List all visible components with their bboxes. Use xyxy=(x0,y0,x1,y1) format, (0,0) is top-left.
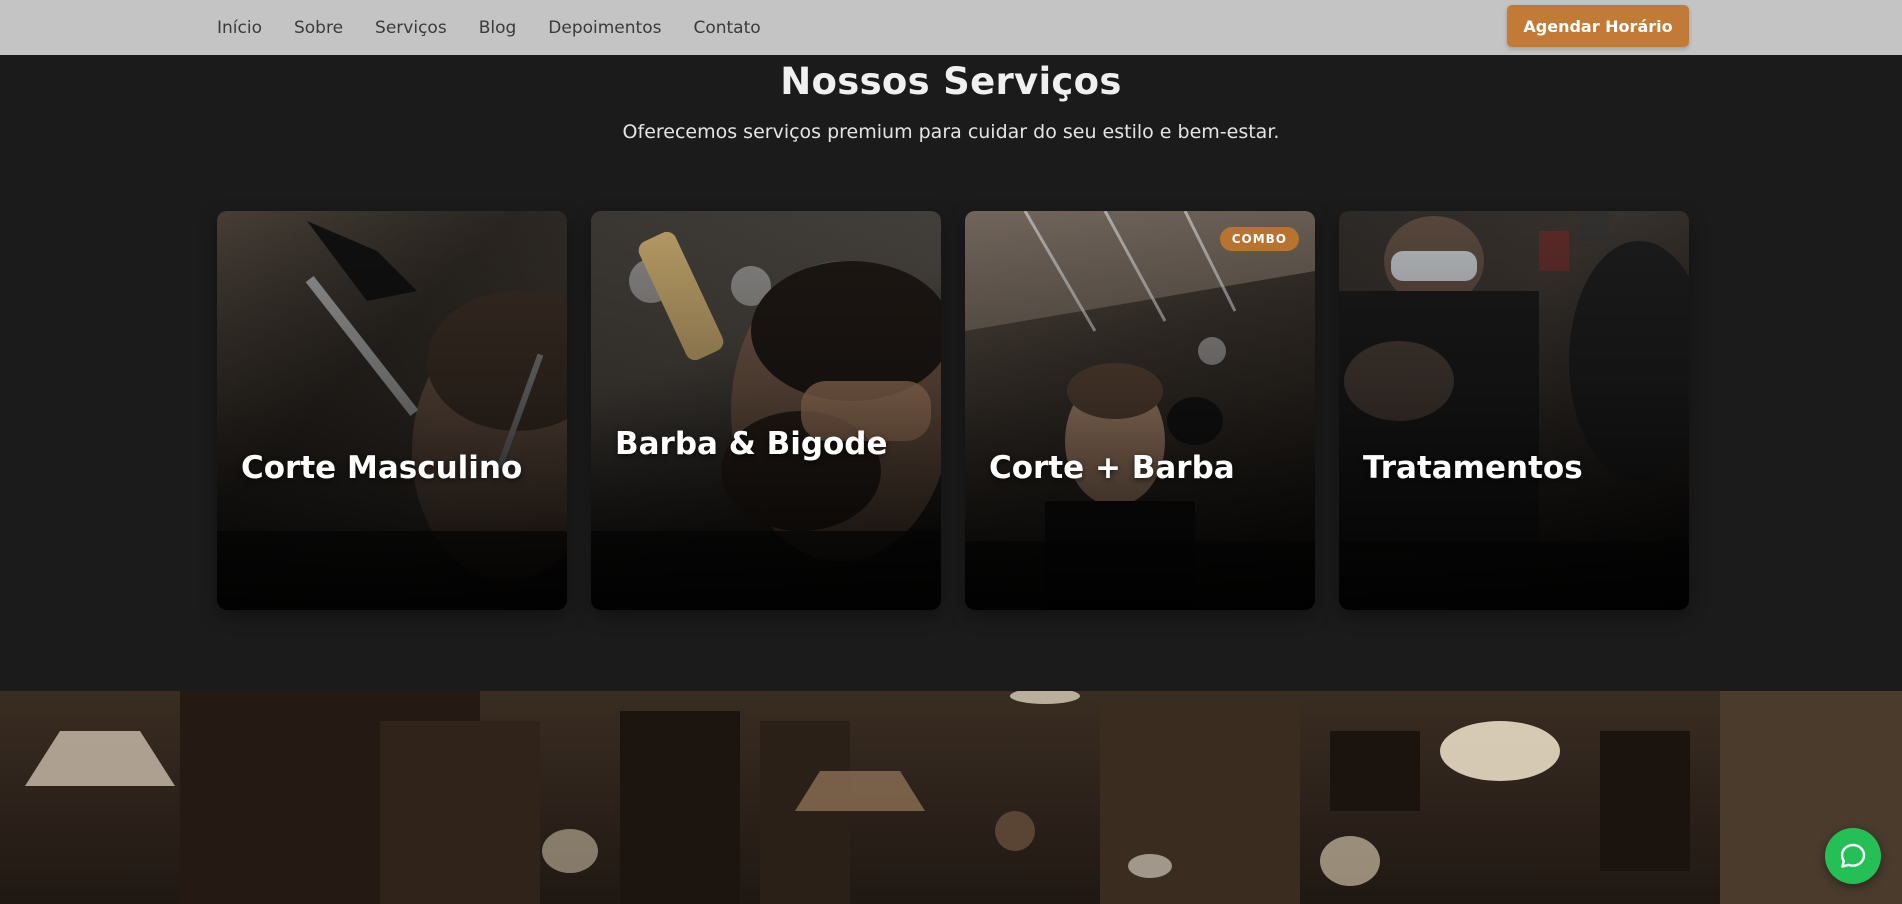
barbershop-background-image xyxy=(0,691,1902,904)
card-overlay xyxy=(965,211,1315,610)
nav-links: Início Sobre Serviços Blog Depoimentos C… xyxy=(217,0,761,55)
nav-link-contato[interactable]: Contato xyxy=(693,18,760,38)
nav-link-servicos[interactable]: Serviços xyxy=(375,18,447,38)
nav-link-inicio[interactable]: Início xyxy=(217,18,262,38)
service-card-corte-barba[interactable]: COMBO Corte + Barba xyxy=(965,211,1315,610)
card-overlay xyxy=(1339,211,1689,610)
service-card-barba-bigode[interactable]: Barba & Bigode xyxy=(591,211,941,610)
section-title: Nossos Serviços xyxy=(780,60,1122,103)
barbershop-interior-illustration xyxy=(25,691,1902,904)
card-overlay xyxy=(591,211,941,610)
whatsapp-icon xyxy=(1840,843,1866,868)
service-card-corte-masculino[interactable]: Corte Masculino xyxy=(217,211,567,610)
scrollbar[interactable] xyxy=(1888,0,1902,904)
nav-link-sobre[interactable]: Sobre xyxy=(294,18,343,38)
section-subtitle: Oferecemos serviços premium para cuidar … xyxy=(622,121,1280,143)
top-navigation: Início Sobre Serviços Blog Depoimentos C… xyxy=(0,0,1902,55)
card-title: Corte Masculino xyxy=(241,450,523,486)
card-title: Corte + Barba xyxy=(989,450,1235,486)
nav-link-blog[interactable]: Blog xyxy=(479,18,517,38)
combo-badge: COMBO xyxy=(1219,227,1299,251)
whatsapp-button[interactable] xyxy=(1825,828,1881,884)
schedule-appointment-button[interactable]: Agendar Horário xyxy=(1507,5,1689,47)
nav-link-depoimentos[interactable]: Depoimentos xyxy=(548,18,661,38)
service-card-tratamentos[interactable]: Tratamentos xyxy=(1339,211,1689,610)
card-title: Barba & Bigode xyxy=(615,426,888,462)
card-title: Tratamentos xyxy=(1363,450,1583,486)
card-overlay xyxy=(217,211,567,610)
page: Início Sobre Serviços Blog Depoimentos C… xyxy=(0,0,1902,904)
